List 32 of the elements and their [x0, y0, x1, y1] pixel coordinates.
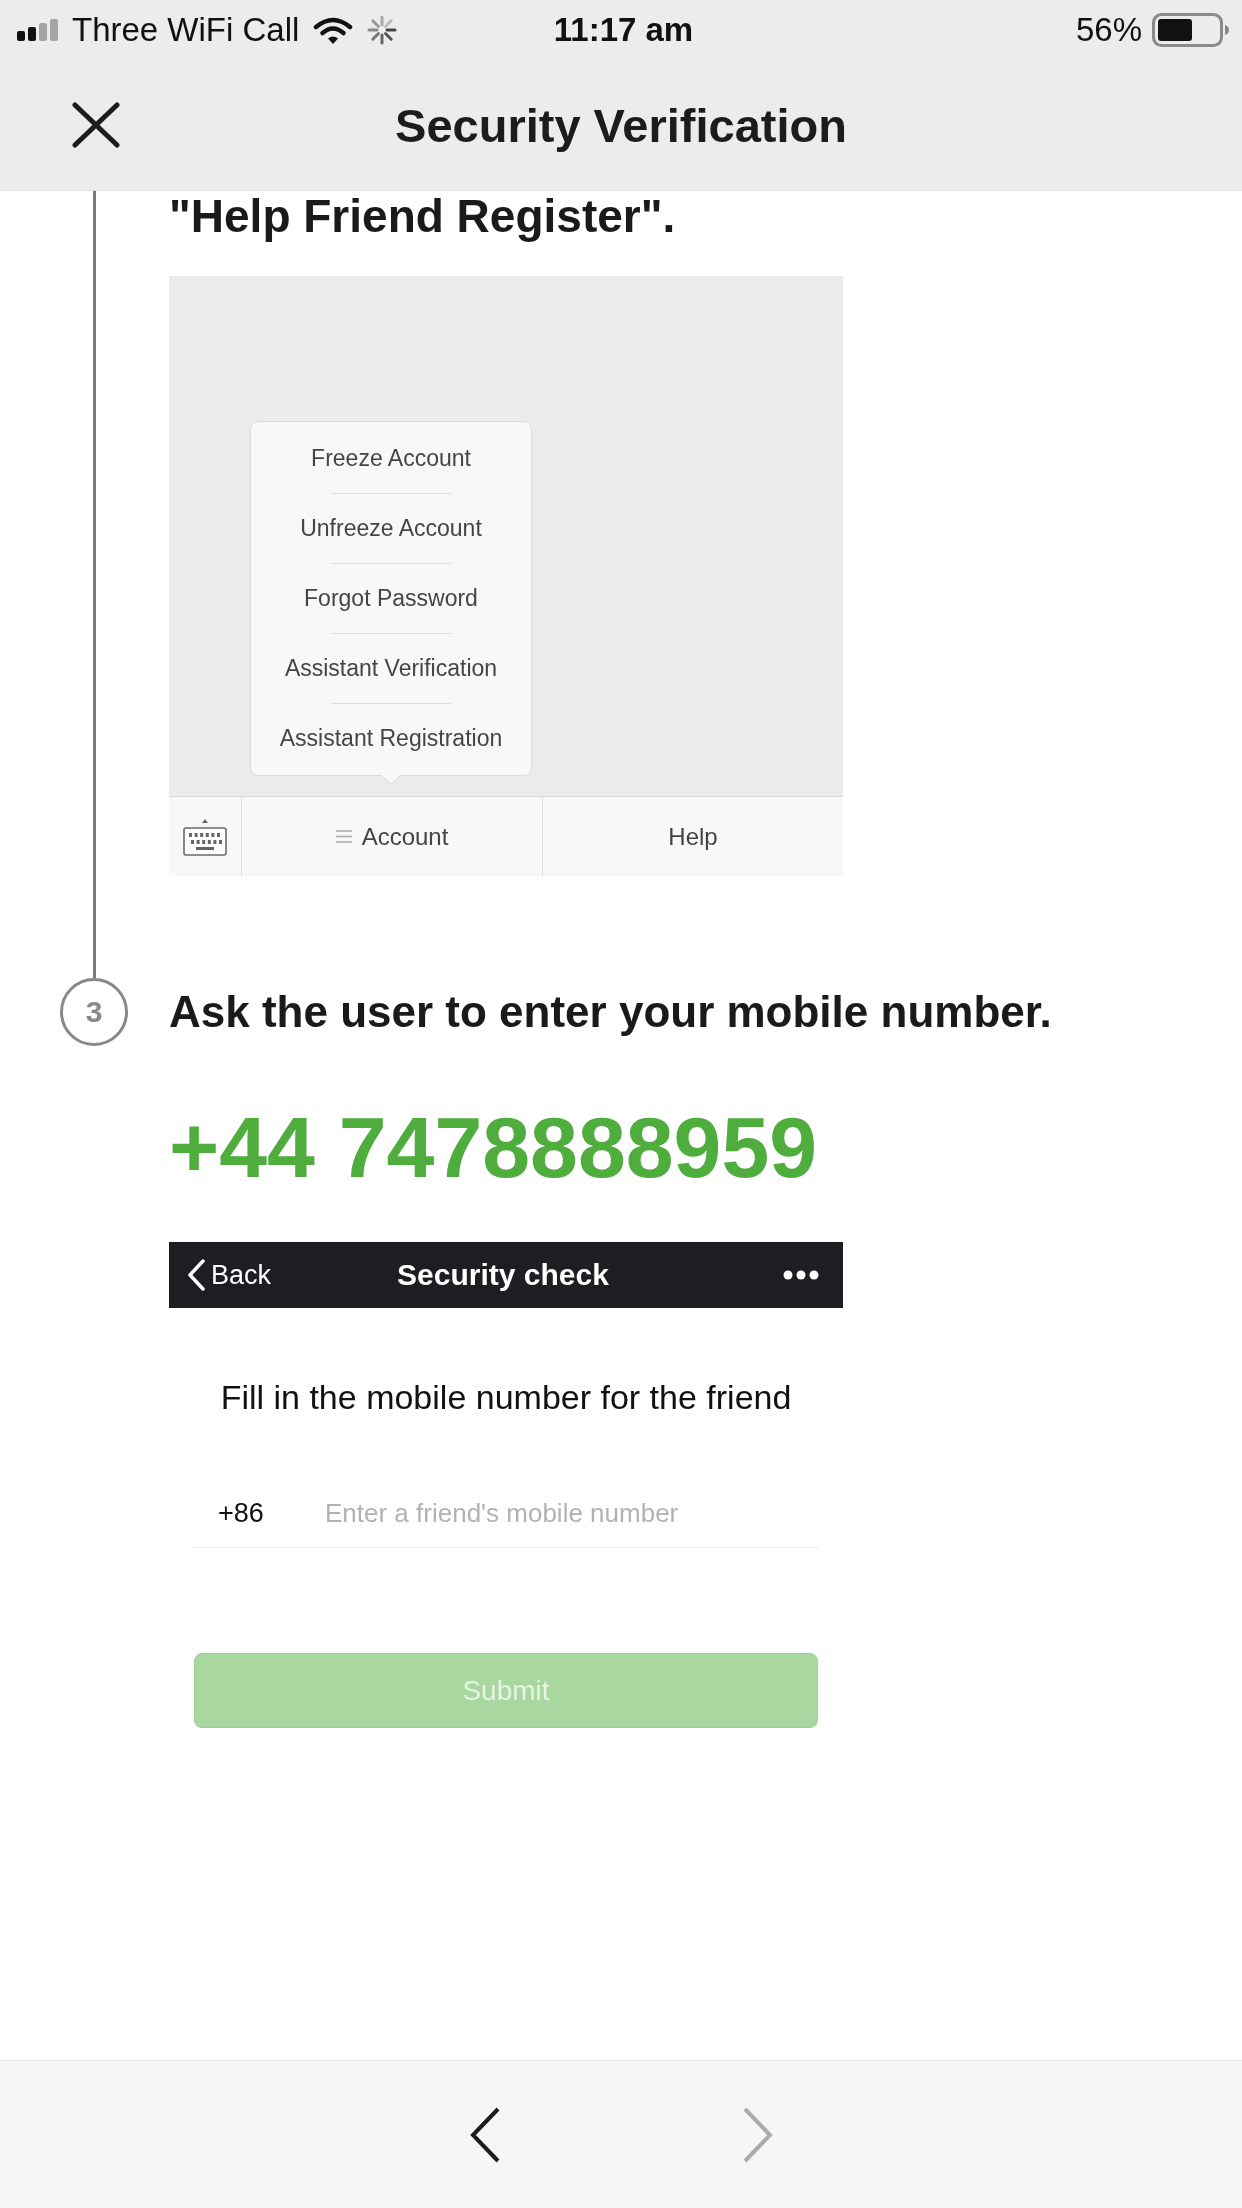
- step-number: 3: [60, 978, 128, 1046]
- wifi-icon: [313, 15, 354, 45]
- chevron-right-icon: [742, 2106, 773, 2163]
- close-button[interactable]: [72, 102, 120, 148]
- country-code: +86: [218, 1498, 265, 1529]
- menu-item[interactable]: Assistant Registration: [279, 704, 503, 773]
- battery-percent: 56%: [1075, 11, 1142, 49]
- more-icon[interactable]: [783, 1270, 819, 1280]
- back-button[interactable]: Back: [187, 1259, 272, 1291]
- step-text: "Help Friend Register".: [169, 191, 677, 241]
- signal-icon: [17, 19, 58, 41]
- menu-icon: [335, 830, 352, 843]
- back-button[interactable]: [469, 2106, 500, 2163]
- carrier-name: Three WiFi Call: [72, 11, 300, 49]
- phone-input-field[interactable]: Enter a friend's mobile number: [325, 1493, 818, 1534]
- chevron-left-icon: [187, 1259, 205, 1291]
- close-icon: [72, 102, 120, 148]
- tab[interactable]: Help: [542, 797, 843, 876]
- loading-spinner-icon: [367, 15, 398, 45]
- phone-number: +44 7478888959: [169, 1098, 819, 1197]
- menu-item[interactable]: Forgot Password: [304, 564, 478, 633]
- prompt-text: Fill in the mobile number for the friend: [219, 1377, 793, 1418]
- menu-item[interactable]: Unfreeze Account: [300, 494, 482, 563]
- battery-icon: [1152, 13, 1230, 47]
- nav-title: Security check: [397, 1258, 609, 1292]
- step-instruction: Ask the user to enter your mobile number.: [169, 986, 1053, 1038]
- status-time: 11:17 am: [553, 11, 694, 49]
- page-title: Security Verification: [395, 97, 847, 153]
- menu-item[interactable]: Freeze Account: [311, 424, 471, 493]
- chevron-left-icon: [469, 2106, 500, 2163]
- menu-item[interactable]: Assistant Verification: [284, 634, 498, 703]
- menu-tab[interactable]: Account: [241, 797, 542, 876]
